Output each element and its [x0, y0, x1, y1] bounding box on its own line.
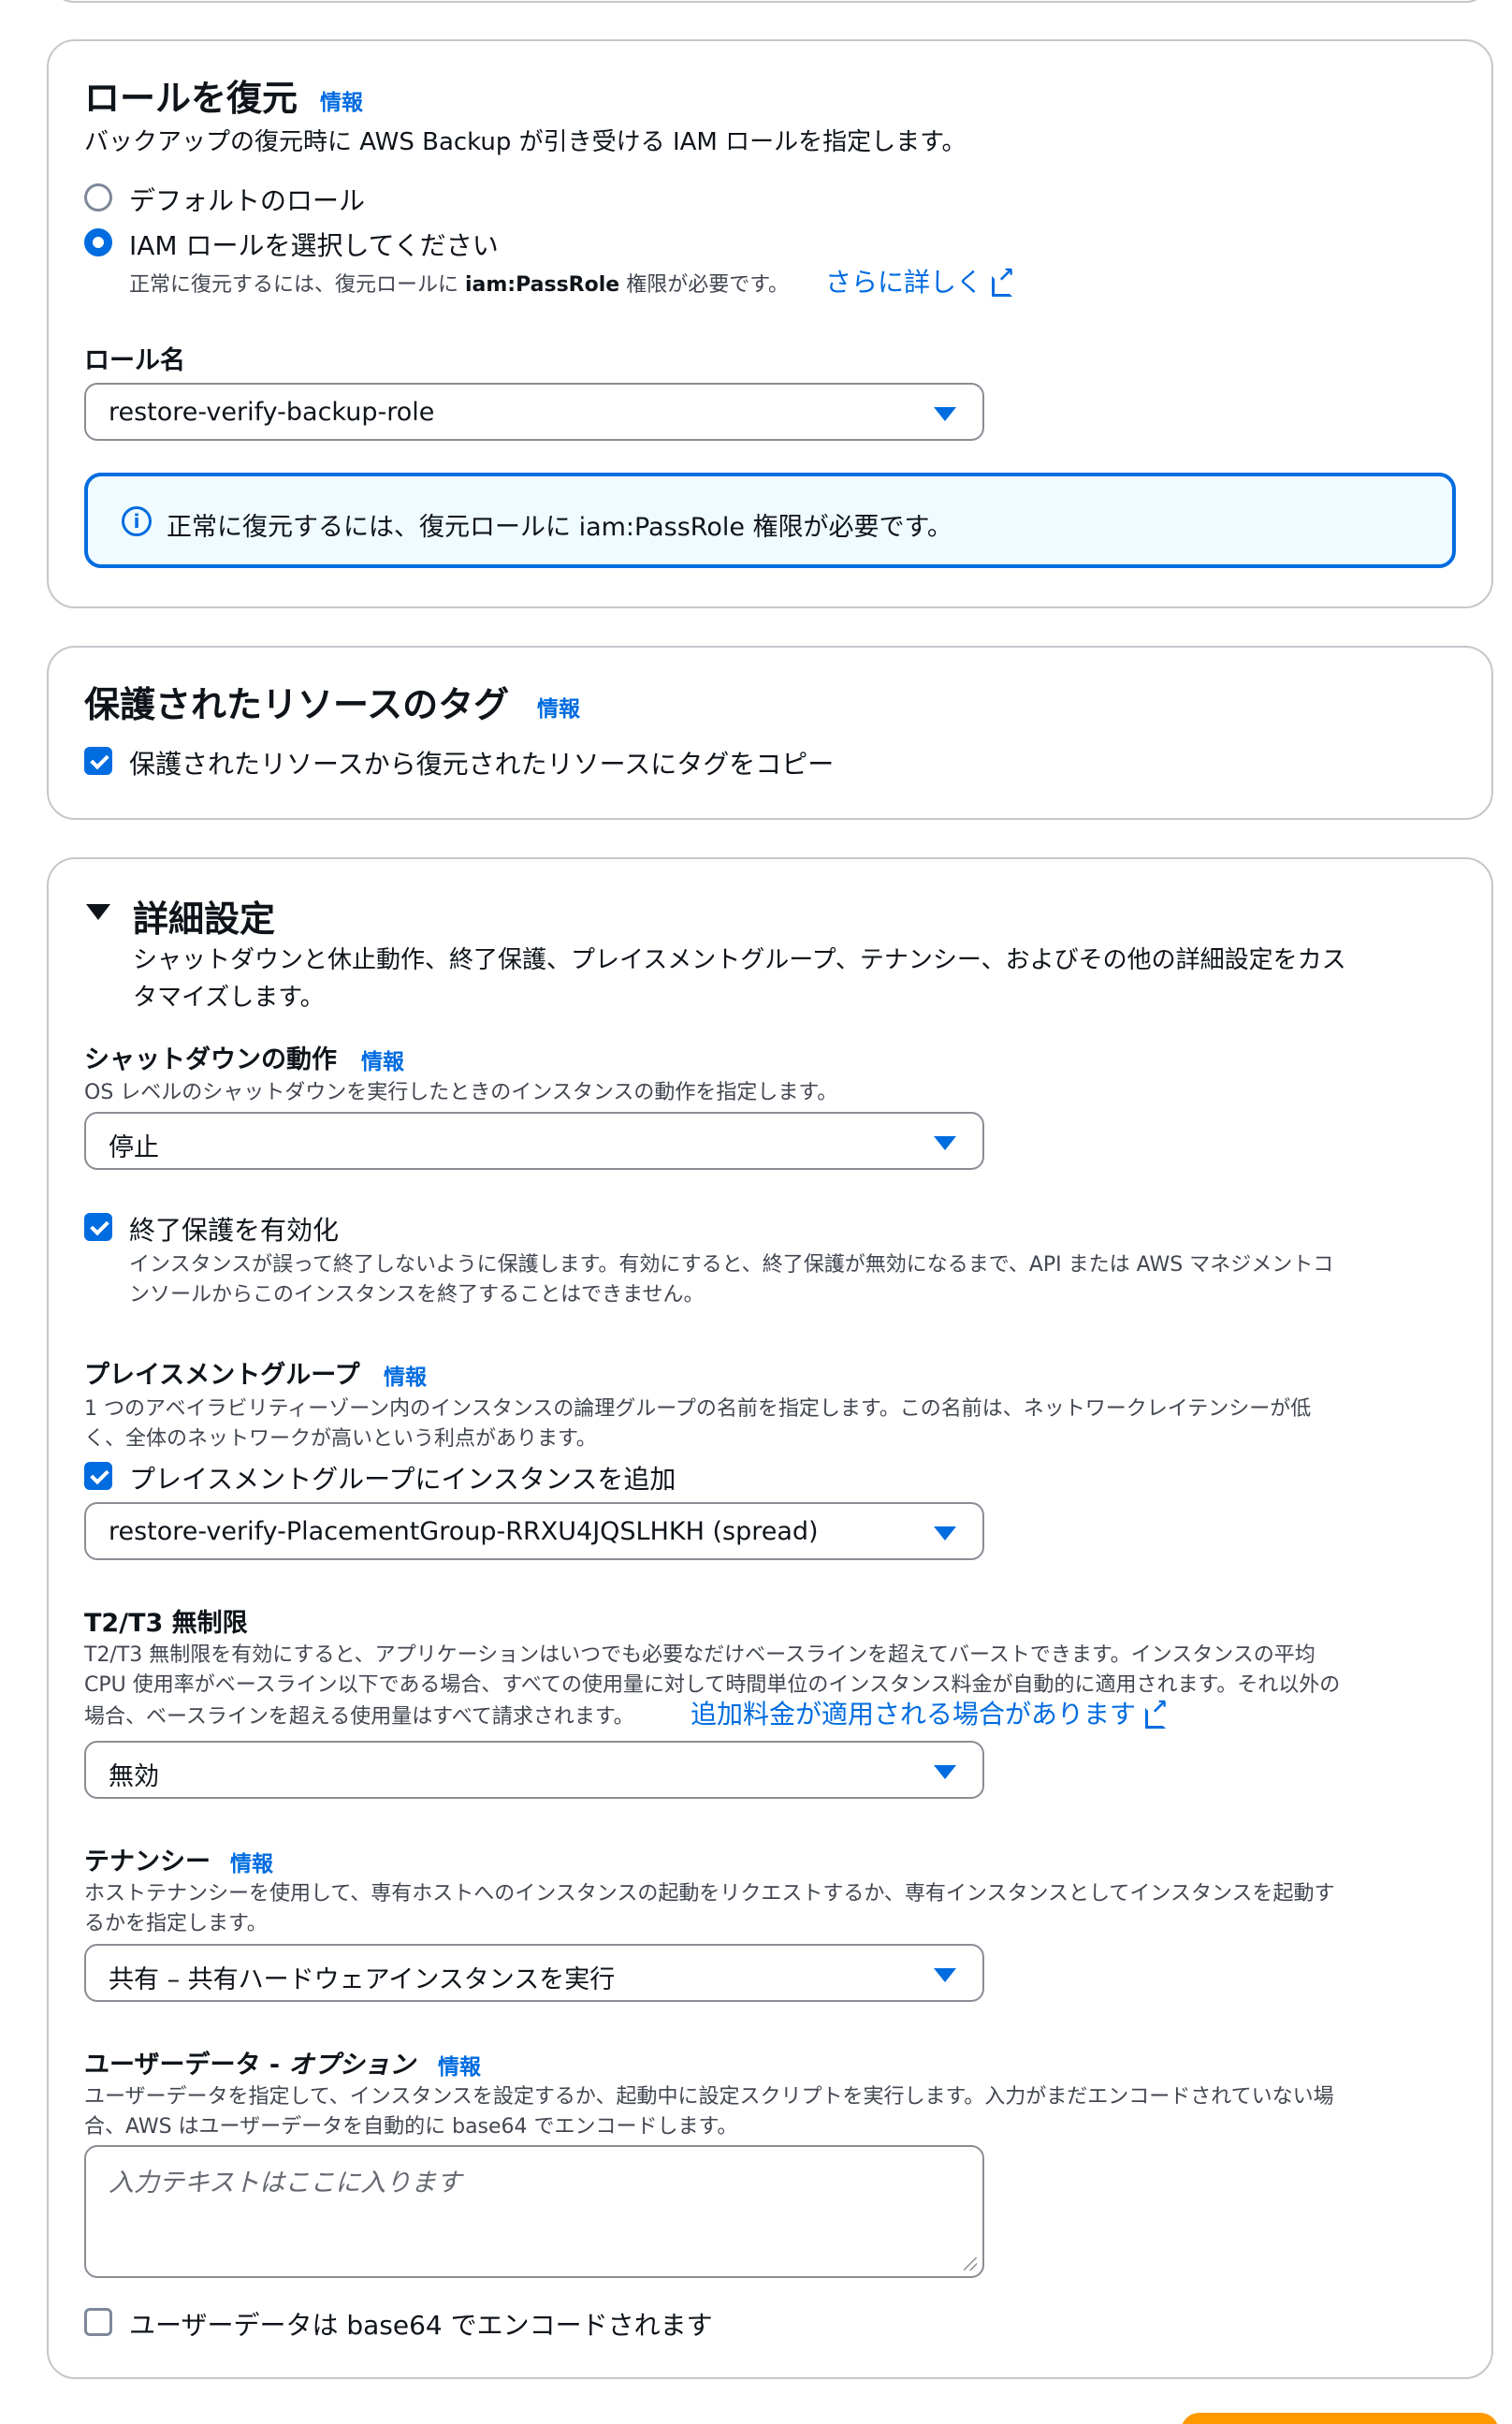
primary-action-button[interactable] [1181, 2413, 1499, 2424]
tenancy-description-line2: るかを指定します。 [84, 1912, 268, 1935]
advanced-description-line1: シャットダウンと休止動作、終了保護、プレイスメントグループ、テナンシー、およびそ… [133, 946, 1346, 974]
alert-text: 正常に復元するには、復元ロールに iam:PassRole 権限が必要です。 [167, 513, 952, 542]
expand-triangle-icon[interactable] [86, 904, 110, 920]
shutdown-description: OS レベルのシャットダウンを実行したときのインスタンスの動作を指定します。 [84, 1081, 838, 1104]
placement-group-value: restore-verify-PlacementGroup-RRXU4JQSLH… [109, 1517, 819, 1546]
restore-role-info-link[interactable]: 情報 [320, 84, 363, 116]
iam-role-hint: 正常に復元するには、復元ロールに iam:PassRole 権限が必要です。 [129, 273, 789, 297]
caret-down-icon [934, 1136, 956, 1150]
role-name-value: restore-verify-backup-role [109, 398, 435, 427]
radio-default-role[interactable] [84, 183, 112, 212]
placement-group-select[interactable]: restore-verify-PlacementGroup-RRXU4JQSLH… [84, 1502, 984, 1560]
learn-more-link[interactable]: さらに詳しく [825, 262, 1014, 299]
shutdown-behavior-value: 停止 [109, 1133, 159, 1162]
role-name-select[interactable]: restore-verify-backup-role [84, 383, 984, 441]
termination-protection-label[interactable]: 終了保護を有効化 [129, 1210, 339, 1248]
protected-tags-title: 保護されたリソースのタグ [84, 684, 510, 725]
radio-iam-role-label[interactable]: IAM ロールを選択してください [129, 226, 499, 263]
placement-group-description-line1: 1 つのアベイラビリティーゾーン内のインスタンスの論理グループの名前を指定します… [84, 1397, 1312, 1421]
user-data-label: ユーザーデータ - オプション [84, 2051, 415, 2080]
advanced-description-line2: タマイズします。 [133, 984, 325, 1012]
base64-checkbox[interactable] [84, 2308, 112, 2336]
role-name-label: ロール名 [84, 346, 185, 375]
t2t3-select[interactable]: 無効 [84, 1741, 984, 1799]
base64-label[interactable]: ユーザーデータは base64 でエンコードされます [129, 2305, 713, 2343]
passrole-info-alert: i 正常に復元するには、復元ロールに iam:PassRole 権限が必要です。 [84, 473, 1456, 568]
t2t3-description-line1: T2/T3 無制限を有効にすると、アプリケーションはいつでも必要なだけベースライ… [84, 1643, 1316, 1667]
shutdown-label: シャットダウンの動作 [84, 1045, 337, 1074]
caret-down-icon [934, 1526, 956, 1541]
additional-charges-link[interactable]: 追加料金が適用される場合があります [691, 1694, 1168, 1731]
caret-down-icon [934, 1968, 956, 1982]
user-data-description-line1: ユーザーデータを指定して、インスタンスを設定するか、起動中に設定スクリプトを実行… [84, 2085, 1334, 2109]
advanced-settings-title[interactable]: 詳細設定 [133, 890, 275, 942]
protected-tags-info-link[interactable]: 情報 [537, 691, 580, 723]
info-icon: i [122, 506, 152, 536]
caret-down-icon [934, 407, 956, 421]
previous-panel-bottom [47, 0, 1493, 3]
placement-group-description-line2: く、全体のネットワークが高いという利点があります。 [84, 1427, 597, 1451]
tenancy-value: 共有 – 共有ハードウェアインスタンスを実行 [109, 1965, 616, 1994]
t2t3-label: T2/T3 無制限 [84, 1609, 248, 1638]
tenancy-label: テナンシー [84, 1847, 211, 1876]
external-link-icon [992, 264, 1014, 297]
t2t3-value: 無効 [109, 1762, 159, 1791]
copy-tags-label[interactable]: 保護されたリソースから復元されたリソースにタグをコピー [129, 744, 834, 781]
copy-tags-checkbox[interactable] [84, 747, 112, 775]
shutdown-behavior-select[interactable]: 停止 [84, 1112, 984, 1170]
tenancy-description-line1: ホストテナンシーを使用して、専有ホストへのインスタンスの起動をリクエストするか、… [84, 1882, 1335, 1906]
protected-tags-panel [47, 646, 1493, 820]
tenancy-select[interactable]: 共有 – 共有ハードウェアインスタンスを実行 [84, 1944, 984, 2002]
caret-down-icon [934, 1765, 956, 1779]
resize-handle-icon[interactable] [964, 2257, 977, 2271]
restore-role-description: バックアップの復元時に AWS Backup が引き受ける IAM ロールを指定… [84, 128, 967, 156]
radio-default-role-label[interactable]: デフォルトのロール [129, 181, 365, 218]
user-data-description-line2: 合、AWS はユーザーデータを自動的に base64 でエンコードします。 [84, 2115, 738, 2139]
user-data-textarea[interactable]: 入力テキストはここに入ります [84, 2145, 984, 2278]
placement-group-add-checkbox[interactable] [84, 1462, 112, 1490]
user-data-placeholder: 入力テキストはここに入ります [109, 2168, 462, 2198]
external-link-icon [1145, 1696, 1168, 1729]
t2t3-description-line3: 場合、ベースラインを超える使用量はすべて請求されます。 [84, 1705, 634, 1729]
radio-iam-role[interactable] [84, 228, 112, 256]
placement-group-add-label[interactable]: プレイスメントグループにインスタンスを追加 [129, 1459, 676, 1497]
termination-protection-description-line2: ンソールからこのインスタンスを終了することはできません。 [129, 1283, 705, 1307]
tenancy-info-link[interactable]: 情報 [230, 1846, 273, 1877]
shutdown-info-link[interactable]: 情報 [361, 1044, 404, 1075]
placement-group-label: プレイスメントグループ [84, 1361, 360, 1390]
placement-group-info-link[interactable]: 情報 [384, 1359, 427, 1391]
termination-protection-checkbox[interactable] [84, 1213, 112, 1241]
restore-role-title: ロールを復元 [84, 78, 298, 119]
termination-protection-description-line1: インスタンスが誤って終了しないように保護します。有効にすると、終了保護が無効にな… [129, 1253, 1334, 1277]
user-data-info-link[interactable]: 情報 [438, 2049, 481, 2081]
